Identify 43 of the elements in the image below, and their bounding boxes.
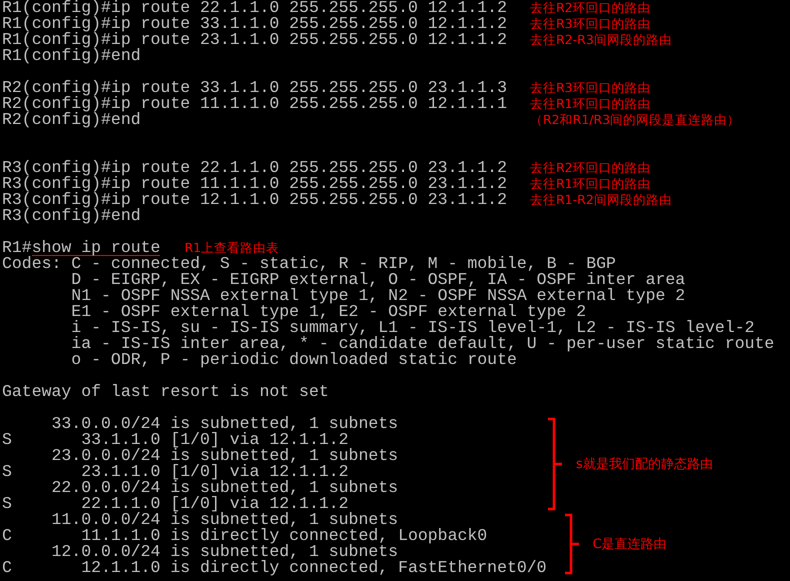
terminal-line: R3(config)#ip route 11.1.1.0 255.255.255.0 23.1.1.2 — [2, 176, 508, 192]
prompt: R1# — [2, 240, 32, 256]
terminal-line: Gateway of last resort is not set — [2, 384, 330, 400]
terminal-line: 12.0.0.0/24 is subnetted, 1 subnets — [50, 544, 400, 560]
command-text: show ip route — [32, 240, 160, 256]
terminal-line: 33.0.0.0/24 is subnetted, 1 subnets — [50, 416, 400, 432]
terminal-line: i - IS-IS, su - IS-IS summary, L1 - IS-IS level-1, L2 - IS-IS level-2 — [70, 320, 755, 336]
terminal-line: C 11.1.1.0 is directly connected, Loopback0 — [2, 528, 488, 544]
terminal-line: N1 - OSPF NSSA external type 1, N2 - OSPF NSSA external type 2 — [70, 288, 686, 304]
terminal-line: C 12.1.1.0 is directly connected, FastEthernet0/0 — [2, 560, 547, 576]
annotation: 去往R3环回口的路由 — [530, 80, 651, 96]
terminal-line: R2(config)#ip route 33.1.1.0 255.255.255.0 23.1.1.3 — [2, 80, 508, 96]
terminal-line: R1(config)#ip route 33.1.1.0 255.255.255.0 12.1.1.2 — [2, 16, 508, 32]
annotation: 去往R1环回口的路由 — [530, 176, 651, 192]
annotation: 去往R3环回口的路由 — [530, 16, 651, 32]
terminal-line: R3(config)#ip route 12.1.1.0 255.255.255.0 23.1.1.2 — [2, 192, 508, 208]
annotation: 去往R1环回口的路由 — [530, 96, 651, 112]
terminal-line: S 33.1.1.0 [1/0] via 12.1.1.2 — [2, 432, 349, 448]
terminal-line: R2(config)#end — [2, 112, 142, 128]
terminal-line: R1(config)#ip route 22.1.1.0 255.255.255.0 12.1.1.2 — [2, 0, 508, 16]
annotation: s就是我们配的静态路由 — [576, 456, 713, 473]
annotation: R1上查看路由表 — [184, 240, 280, 256]
annotation: 去往R2环回口的路由 — [530, 160, 651, 176]
terminal-line: R1(config)#ip route 23.1.1.0 255.255.255.0 12.1.1.2 — [2, 32, 508, 48]
terminal-line: S 22.1.1.0 [1/0] via 12.1.1.2 — [2, 496, 349, 512]
terminal-line: R3(config)#ip route 22.1.1.0 255.255.255.0 23.1.1.2 — [2, 160, 508, 176]
terminal-line: 11.0.0.0/24 is subnetted, 1 subnets — [50, 512, 400, 528]
annotation: C是直连路由 — [592, 536, 667, 553]
annotation: 去往R1-R2间网段的路由 — [530, 192, 672, 208]
annotation: 去往R2环回口的路由 — [530, 0, 651, 16]
terminal-line: ia - IS-IS inter area, * - candidate default, U - per-user static route — [70, 336, 774, 352]
terminal-line: E1 - OSPF external type 1, E2 - OSPF external type 2 — [70, 304, 586, 320]
terminal-line: R2(config)#ip route 11.1.1.0 255.255.255.0 12.1.1.1 — [2, 96, 508, 112]
terminal-line: S 23.1.1.0 [1/0] via 12.1.1.2 — [2, 464, 349, 480]
terminal-line: R3(config)#end — [2, 208, 142, 224]
terminal-line: D - EIGRP, EX - EIGRP external, O - OSPF, IA - OSPF inter area — [70, 272, 686, 288]
terminal-line: o - ODR, P - periodic downloaded static route — [70, 352, 518, 368]
terminal-line: 23.0.0.0/24 is subnetted, 1 subnets — [50, 448, 400, 464]
annotation: （R2和R1/R3间的网段是直连路由） — [530, 112, 740, 128]
terminal-line: 22.0.0.0/24 is subnetted, 1 subnets — [50, 480, 400, 496]
annotation: 去往R2-R3间网段的路由 — [530, 32, 672, 48]
terminal-line: Codes: C - connected, S - static, R - RIP, M - mobile, B - BGP — [2, 256, 616, 272]
terminal-line: R1(config)#end — [2, 48, 142, 64]
